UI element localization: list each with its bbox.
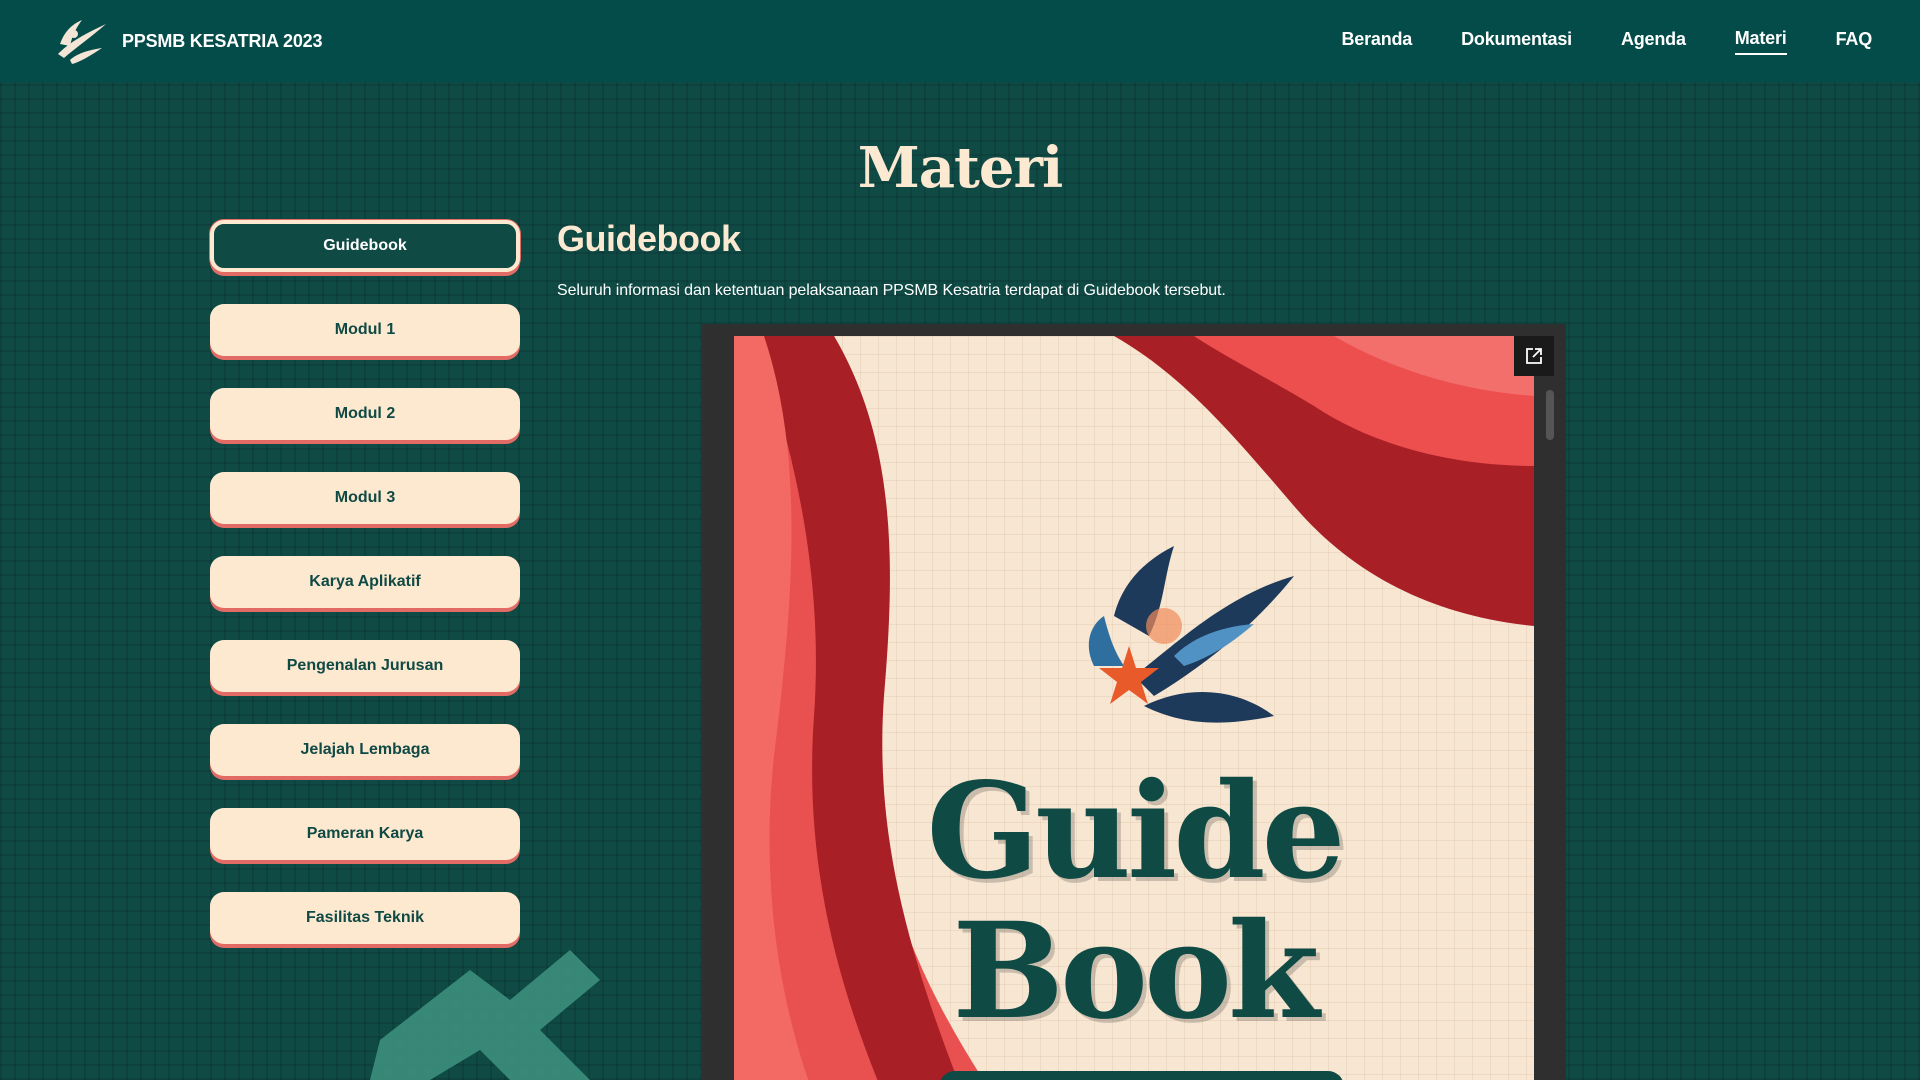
sidebar-item-pengenalan-jurusan[interactable]: Pengenalan Jurusan: [210, 640, 520, 692]
sidebar-item-jelajah-lembaga[interactable]: Jelajah Lembaga: [210, 724, 520, 776]
document-viewer[interactable]: Guide Book: [702, 324, 1566, 1080]
content-title: Guidebook: [557, 218, 741, 259]
page-title: Materi: [857, 135, 1064, 201]
nav-faq[interactable]: FAQ: [1836, 29, 1873, 54]
guidebook-cover-page: Guide Book: [734, 336, 1534, 1080]
top-navbar: PPSMB KESATRIA 2023 Beranda Dokumentasi …: [0, 0, 1920, 82]
open-in-new-window-button[interactable]: [1514, 336, 1554, 376]
sidebar-item-modul-1[interactable]: Modul 1: [210, 304, 520, 356]
sidebar-item-guidebook[interactable]: Guidebook: [210, 220, 520, 272]
brand-name: PPSMB KESATRIA 2023: [122, 30, 323, 51]
cover-title-line1: Guide: [926, 754, 1345, 909]
kesatria-emblem-icon: [1088, 546, 1294, 723]
nav-beranda[interactable]: Beranda: [1341, 29, 1412, 54]
background-shape-decoration: [370, 950, 600, 1080]
content-description: Seluruh informasi dan ketentuan pelaksan…: [557, 282, 1226, 299]
nav-dokumentasi[interactable]: Dokumentasi: [1461, 29, 1572, 54]
sidebar-item-modul-2[interactable]: Modul 2: [210, 388, 520, 440]
kesatria-logo-icon: [58, 20, 106, 64]
cover-title-line2: Book: [952, 894, 1319, 1049]
cover-banner: [939, 1071, 1344, 1080]
nav-materi[interactable]: Materi: [1734, 28, 1787, 55]
sidebar-item-karya-aplikatif[interactable]: Karya Aplikatif: [210, 556, 520, 608]
nav-agenda[interactable]: Agenda: [1621, 29, 1686, 54]
viewer-scrollbar[interactable]: [1546, 390, 1554, 440]
brand[interactable]: PPSMB KESATRIA 2023: [50, 14, 322, 68]
main-nav: Beranda Dokumentasi Agenda Materi FAQ: [1341, 0, 1872, 82]
external-link-icon: [1526, 348, 1542, 364]
sidebar-item-pameran-karya[interactable]: Pameran Karya: [210, 808, 520, 860]
sidebar-item-modul-3[interactable]: Modul 3: [210, 472, 520, 524]
materi-sidebar: Guidebook Modul 1 Modul 2 Modul 3 Karya …: [210, 220, 520, 976]
